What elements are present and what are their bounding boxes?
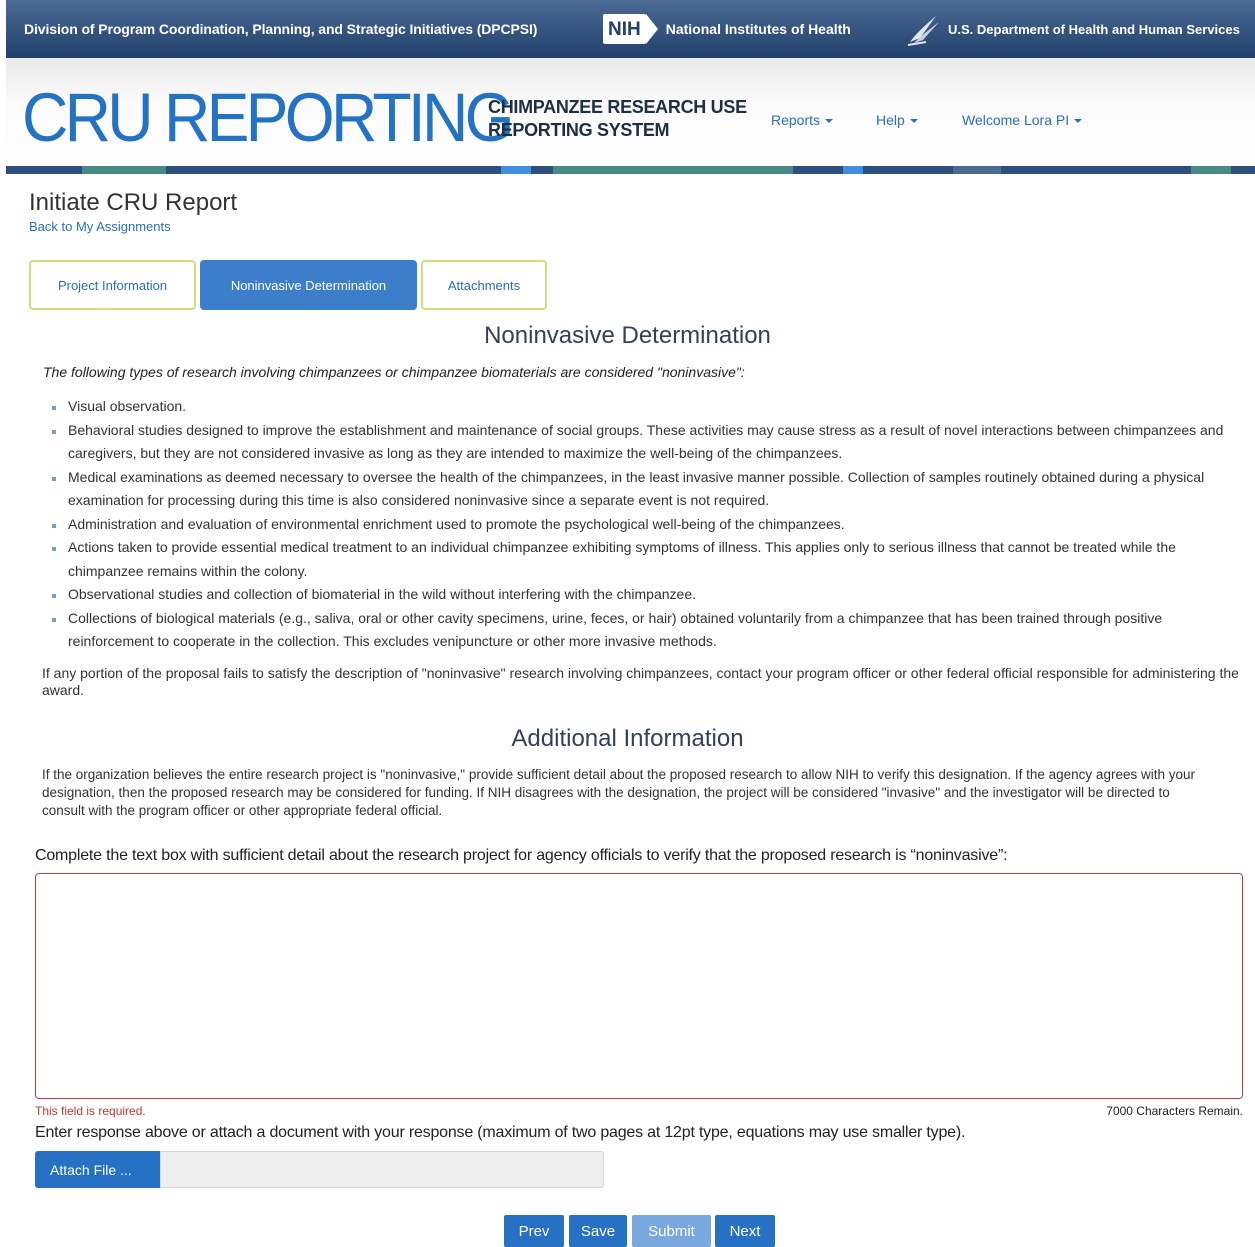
list-item: Medical examinations as deemed necessary… — [48, 466, 1240, 513]
list-item: Visual observation. — [48, 395, 1240, 419]
noninvasive-intro: The following types of research involvin… — [43, 364, 745, 380]
site-header: CRU REPORTING CHIMPANZEE RESEARCH USE RE… — [6, 58, 1255, 166]
nav-help-label: Help — [876, 112, 905, 128]
noninvasive-detail-textarea[interactable] — [35, 873, 1243, 1099]
subtitle-line-2: REPORTING SYSTEM — [488, 120, 670, 140]
field-required-error: This field is required. — [35, 1104, 146, 1118]
hhs-name: U.S. Department of Health and Human Serv… — [948, 21, 1240, 37]
noninvasive-closing-text: If any portion of the proposal fails to … — [42, 665, 1239, 698]
caret-down-icon — [909, 119, 918, 124]
additional-info-text: If the organization believes the entire … — [42, 767, 1195, 818]
submit-button[interactable]: Submit — [632, 1215, 711, 1247]
attached-file-field[interactable] — [160, 1151, 604, 1188]
site-subtitle: CHIMPANZEE RESEARCH USE REPORTING SYSTEM — [488, 96, 747, 142]
list-item: Administration and evaluation of environ… — [48, 513, 1240, 537]
nav-help-menu[interactable]: Help — [876, 112, 918, 128]
cru-reporting-logo[interactable]: CRU REPORTING — [22, 80, 515, 156]
subtitle-line-1: CHIMPANZEE RESEARCH USE — [488, 97, 747, 117]
hhs-logo[interactable]: U.S. Department of Health and Human Serv… — [906, 12, 1240, 46]
nih-logo[interactable]: NIH National Institutes of Health — [603, 13, 851, 45]
nih-chevron-icon — [645, 14, 658, 44]
page-title: Initiate CRU Report — [29, 189, 238, 216]
tab-noninvasive-determination[interactable]: Noninvasive Determination — [200, 260, 417, 310]
header-color-stripe — [6, 166, 1255, 174]
list-item: Actions taken to provide essential medic… — [48, 536, 1240, 583]
back-to-assignments-link[interactable]: Back to My Assignments — [29, 219, 171, 234]
nav-user-label: Welcome Lora PI — [962, 112, 1070, 128]
attach-file-button[interactable]: Attach File ... — [35, 1151, 160, 1188]
nih-name: National Institutes of Health — [665, 21, 851, 37]
save-button[interactable]: Save — [569, 1215, 627, 1247]
nav-reports-menu[interactable]: Reports — [771, 112, 834, 128]
noninvasive-list: Visual observation. Behavioral studies d… — [48, 395, 1240, 654]
list-item: Behavioral studies designed to improve t… — [48, 419, 1240, 466]
hhs-eagle-icon — [907, 16, 939, 46]
gov-banner: Division of Program Coordination, Planni… — [6, 0, 1255, 58]
prev-button[interactable]: Prev — [504, 1215, 564, 1247]
list-item: Collections of biological materials (e.g… — [48, 607, 1240, 654]
dpcpsi-link[interactable]: Division of Program Coordination, Planni… — [24, 21, 537, 37]
nih-badge: NIH — [603, 14, 646, 44]
next-button[interactable]: Next — [715, 1215, 775, 1247]
tab-attachments[interactable]: Attachments — [421, 260, 547, 310]
nav-user-menu[interactable]: Welcome Lora PI — [962, 112, 1083, 128]
attach-note: Enter response above or attach a documen… — [35, 1124, 966, 1141]
caret-down-icon — [1074, 119, 1083, 124]
characters-remaining: 7000 Characters Remain. — [1106, 1104, 1243, 1118]
list-item: Observational studies and collection of … — [48, 583, 1240, 607]
noninvasive-heading: Noninvasive Determination — [484, 322, 771, 349]
additional-info-heading: Additional Information — [511, 725, 744, 752]
caret-down-icon — [825, 119, 834, 124]
nav-reports-label: Reports — [771, 112, 821, 128]
tab-project-information[interactable]: Project Information — [29, 260, 196, 310]
textbox-prompt: Complete the text box with sufficient de… — [35, 847, 1008, 864]
